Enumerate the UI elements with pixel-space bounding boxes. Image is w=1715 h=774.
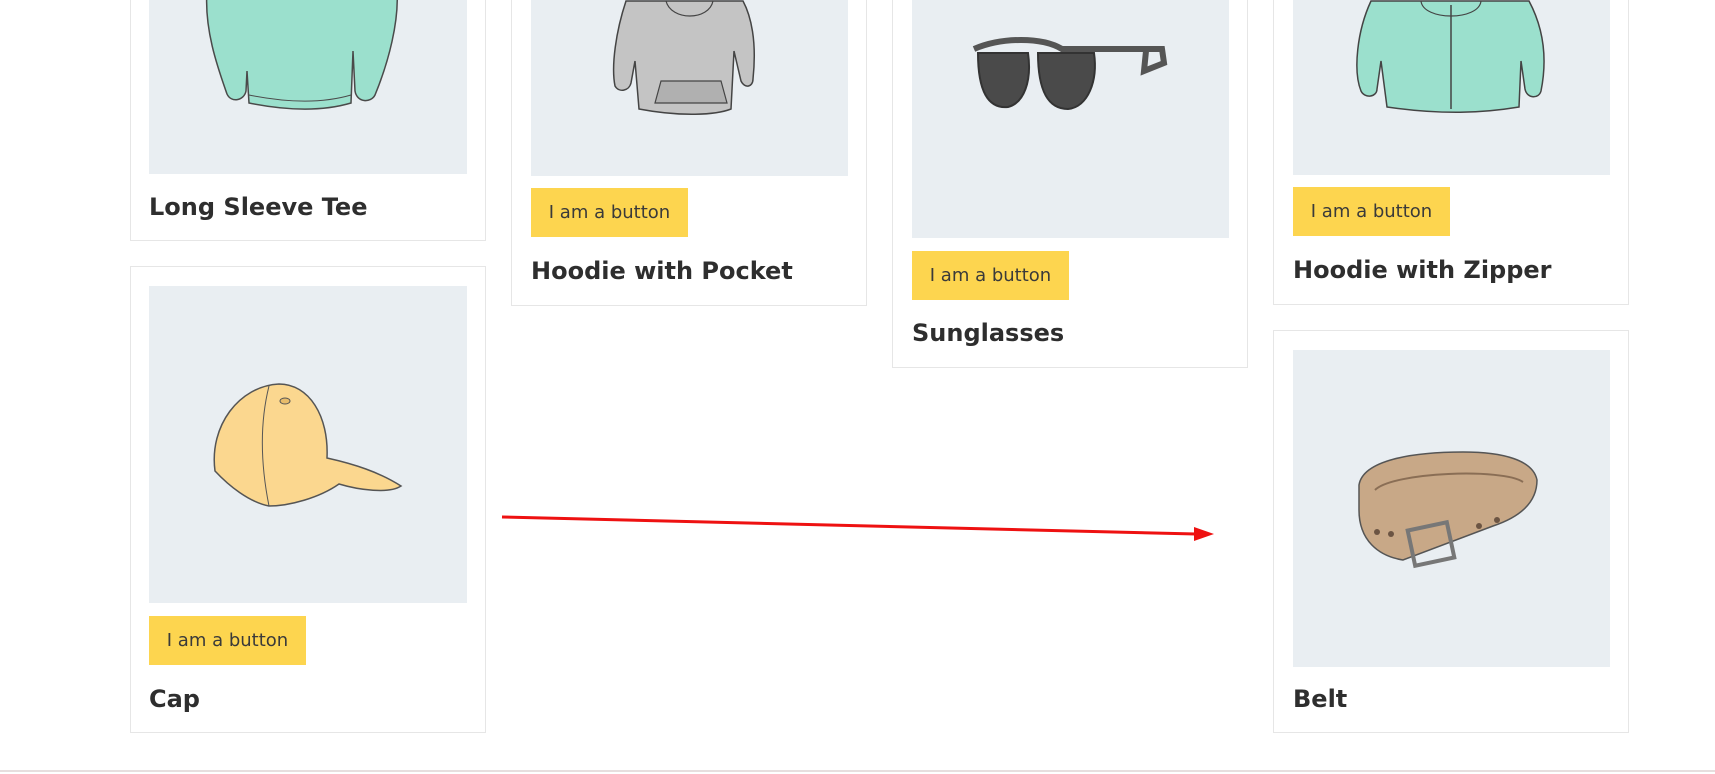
product-card-hoodie-with-zipper: I am a button Hoodie with Zipper bbox=[1273, 0, 1629, 305]
product-card-cap: I am a button Cap bbox=[130, 266, 486, 733]
sunglasses-icon bbox=[972, 37, 1168, 111]
product-title[interactable]: Cap bbox=[149, 685, 200, 713]
product-image-belt[interactable] bbox=[1293, 350, 1610, 667]
product-image-sunglasses[interactable] bbox=[912, 0, 1229, 238]
belt-icon bbox=[1358, 451, 1538, 569]
product-card-long-sleeve-tee: Long Sleeve Tee bbox=[130, 0, 486, 241]
product-image-long-sleeve-tee[interactable] bbox=[149, 0, 467, 174]
product-title[interactable]: Sunglasses bbox=[912, 319, 1064, 347]
product-image-hoodie-with-pocket[interactable] bbox=[531, 0, 848, 176]
product-button[interactable]: I am a button bbox=[912, 251, 1069, 300]
product-title[interactable]: Belt bbox=[1293, 685, 1347, 713]
long-sleeve-tee-icon bbox=[205, 0, 398, 110]
product-title[interactable]: Hoodie with Zipper bbox=[1293, 256, 1552, 284]
hoodie-icon bbox=[612, 0, 756, 115]
zip-hoodie-icon bbox=[1356, 0, 1545, 113]
product-card-hoodie-with-pocket: I am a button Hoodie with Pocket bbox=[511, 0, 867, 306]
product-card-belt: Belt bbox=[1273, 330, 1629, 733]
product-image-cap[interactable] bbox=[149, 286, 467, 603]
product-card-sunglasses: I am a button Sunglasses bbox=[892, 0, 1248, 368]
product-image-hoodie-with-zipper[interactable] bbox=[1293, 0, 1610, 175]
product-title[interactable]: Long Sleeve Tee bbox=[149, 193, 367, 221]
page-divider bbox=[0, 770, 1715, 772]
product-button[interactable]: I am a button bbox=[149, 616, 306, 665]
cap-icon bbox=[213, 383, 403, 507]
product-button[interactable]: I am a button bbox=[531, 188, 688, 237]
product-button[interactable]: I am a button bbox=[1293, 187, 1450, 236]
product-title[interactable]: Hoodie with Pocket bbox=[531, 257, 793, 285]
